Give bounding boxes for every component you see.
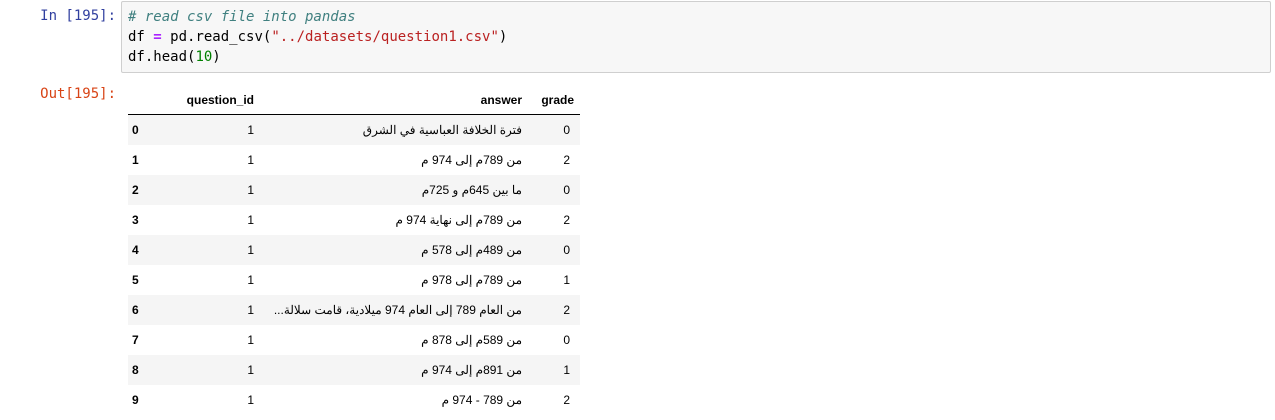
- index-header: [128, 86, 152, 115]
- table-row: 9 1 من 789 - 974 م 2: [128, 385, 580, 415]
- cell-answer: من 789م إلى 974 م: [421, 153, 522, 167]
- cell-answer: من 789م إلى 978 م: [421, 273, 522, 287]
- row-index: 5: [132, 273, 139, 287]
- row-index: 4: [132, 243, 139, 257]
- column-header-grade: grade: [528, 86, 580, 115]
- code-text: ): [498, 29, 508, 45]
- cell-answer: من 489م إلى 578 م: [421, 243, 522, 257]
- table-row: 5 1 من 789م إلى 978 م 1: [128, 265, 580, 295]
- cell-grade: 1: [563, 363, 570, 377]
- cell-grade: 0: [563, 333, 570, 347]
- cell-grade: 0: [563, 123, 570, 137]
- row-index: 7: [132, 333, 139, 347]
- output-prompt: Out[195]:: [40, 86, 116, 102]
- cell-grade: 2: [563, 153, 570, 167]
- cell-question-id: 1: [247, 303, 254, 317]
- code-text: df.head(: [128, 49, 196, 65]
- cell-answer: من 789 - 974 م: [441, 393, 522, 407]
- table-row: 1 1 من 789م إلى 974 م 2: [128, 145, 580, 175]
- row-index: 2: [132, 183, 139, 197]
- table-row: 6 1 من العام 789 إلى العام 974 ميلادية، …: [128, 295, 580, 325]
- column-header-answer: answer: [260, 86, 528, 115]
- cell-question-id: 1: [247, 183, 254, 197]
- code-line: df = pd.read_csv("../datasets/question1.…: [128, 27, 1264, 47]
- cell-question-id: 1: [247, 333, 254, 347]
- code-text: df: [128, 29, 154, 45]
- code-number: 10: [195, 49, 213, 65]
- cell-question-id: 1: [247, 363, 254, 377]
- row-index: 3: [132, 213, 139, 227]
- row-index: 1: [132, 153, 139, 167]
- cell-question-id: 1: [247, 393, 254, 407]
- column-header-question-id: question_id: [152, 86, 260, 115]
- code-text: ): [212, 49, 221, 65]
- table-row: 7 1 من 589م إلى 878 م 0: [128, 325, 580, 355]
- cell-question-id: 1: [247, 153, 254, 167]
- table-row: 2 1 ما بين 645م و 725م 0: [128, 175, 580, 205]
- cell-grade: 0: [563, 183, 570, 197]
- cell-question-id: 1: [247, 123, 254, 137]
- code-comment: # read csv file into pandas: [128, 9, 356, 25]
- cell-answer: من العام 789 إلى العام 974 ميلادية، قامت…: [273, 303, 522, 317]
- dataframe-output: question_id answer grade 0 1 فترة الخلاف…: [128, 86, 580, 415]
- row-index: 9: [132, 393, 139, 407]
- row-index: 8: [132, 363, 139, 377]
- cell-answer: من 589م إلى 878 م: [421, 333, 522, 347]
- table-row: 0 1 فترة الخلافة العباسية في الشرق 0: [128, 114, 580, 145]
- cell-question-id: 1: [247, 213, 254, 227]
- cell-grade: 0: [563, 243, 570, 257]
- code-text: pd.read_csv(: [161, 29, 272, 45]
- cell-answer: من 789م إلى نهاية 974 م: [395, 213, 522, 227]
- row-index: 6: [132, 303, 139, 317]
- table-row: 3 1 من 789م إلى نهاية 974 م 2: [128, 205, 580, 235]
- table-row: 4 1 من 489م إلى 578 م 0: [128, 235, 580, 265]
- table-header-row: question_id answer grade: [128, 86, 580, 115]
- cell-answer: من 891م إلى 974 م: [421, 363, 522, 377]
- cell-grade: 2: [563, 213, 570, 227]
- code-line: df.head(10): [128, 47, 1264, 67]
- cell-answer: فترة الخلافة العباسية في الشرق: [362, 123, 522, 137]
- row-index: 0: [132, 123, 139, 137]
- cell-grade: 2: [563, 303, 570, 317]
- code-cell-editor[interactable]: # read csv file into pandas df = pd.read…: [121, 1, 1271, 73]
- dataframe-table: question_id answer grade 0 1 فترة الخلاف…: [128, 86, 580, 415]
- cell-question-id: 1: [247, 243, 254, 257]
- code-string: "../datasets/question1.csv": [271, 29, 499, 45]
- cell-answer: ما بين 645م و 725م: [421, 183, 522, 197]
- cell-grade: 1: [563, 273, 570, 287]
- cell-grade: 2: [563, 393, 570, 407]
- table-row: 8 1 من 891م إلى 974 م 1: [128, 355, 580, 385]
- cell-question-id: 1: [247, 273, 254, 287]
- code-line: # read csv file into pandas: [128, 7, 1264, 27]
- input-prompt: In [195]:: [40, 8, 116, 24]
- code-operator: =: [153, 29, 162, 45]
